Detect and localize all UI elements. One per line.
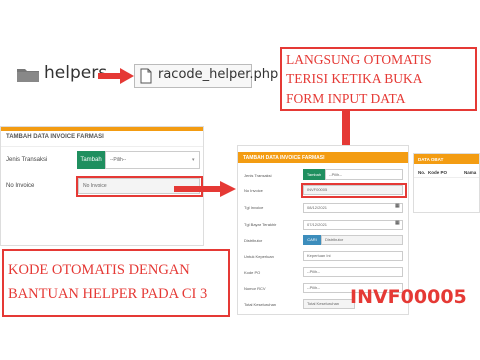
no-invoice-label: No Invoice — [6, 183, 35, 189]
panel-title: TAMBAH DATA INVOICE FARMASI — [6, 134, 104, 140]
tgl-invoice-label: Tgl Invoice — [244, 205, 264, 210]
arrow-icon — [174, 181, 236, 197]
jenis-transaksi-select[interactable]: --Pilih-- — [325, 169, 403, 180]
calendar-icon[interactable]: ▦ — [395, 203, 400, 209]
panel-header-bar — [1, 127, 203, 131]
callout-line-3: FORM INPUT DATA — [286, 91, 406, 106]
divider — [1, 146, 203, 147]
panel-title: TAMBAH DATA INVOICE FARMASI — [243, 155, 325, 161]
highlight-box-main — [301, 183, 407, 198]
file-label[interactable]: racode_helper.php — [158, 67, 278, 82]
col-header-nama: Nama — [464, 170, 477, 175]
callout-box-bottom — [2, 249, 230, 317]
untuk-keperluan-label: Untuk Keperluan — [244, 254, 274, 259]
divider — [414, 177, 479, 178]
distributor-input[interactable]: Distributor — [321, 235, 403, 245]
cari-button[interactable]: CARI — [303, 235, 321, 245]
panel-title: DATA OBAT — [418, 157, 444, 162]
calendar-icon[interactable]: ▦ — [395, 220, 400, 226]
col-header-kode-po: Kode PO — [428, 170, 448, 175]
col-header-no: No. — [418, 170, 426, 175]
kode-po-label: Kode PO — [244, 270, 261, 275]
no-invoice-label: No Invoice — [244, 188, 263, 193]
distributor-label: Distributor — [244, 238, 263, 243]
callout-line-2: TERISI KETIKA BUKA — [286, 71, 423, 86]
jenis-transaksi-label: Jenis Transaksi — [244, 173, 272, 178]
kode-po-select[interactable]: --Pilih-- — [303, 267, 403, 277]
callout-bottom-line-2: BANTUAN HELPER PADA CI 3 — [8, 286, 208, 302]
nomor-rcv-label: Nomor RCV — [244, 286, 266, 291]
callout-bottom-line-1: KODE OTOMATIS DENGAN — [8, 262, 190, 278]
file-icon — [140, 68, 152, 84]
total-label: Total Keseluruhan — [244, 302, 277, 307]
jenis-transaksi-select[interactable]: --Pilih-- — [105, 151, 200, 169]
tgl-bayar-label: Tgl Bayar Terakhir — [244, 222, 277, 227]
chevron-down-icon: ▾ — [192, 157, 195, 163]
arrow-icon — [98, 68, 134, 84]
untuk-keperluan-input[interactable]: Keperluan Ini — [303, 251, 403, 261]
tgl-invoice-input[interactable]: 08/12/2021 — [303, 203, 403, 213]
folder-icon — [17, 69, 39, 82]
callout-line-1: LANGSUNG OTOMATIS — [286, 52, 432, 67]
total-input[interactable]: Total Keseluruhan — [303, 299, 355, 309]
jenis-transaksi-label: Jenis Transaksi — [6, 157, 48, 163]
tambah-button[interactable]: Tambah — [303, 169, 325, 180]
tgl-bayar-input[interactable]: 07/12/2021 — [303, 220, 403, 230]
tambah-button[interactable]: Tambah — [77, 151, 105, 169]
invoice-code-large: INVF00005 — [350, 286, 467, 308]
